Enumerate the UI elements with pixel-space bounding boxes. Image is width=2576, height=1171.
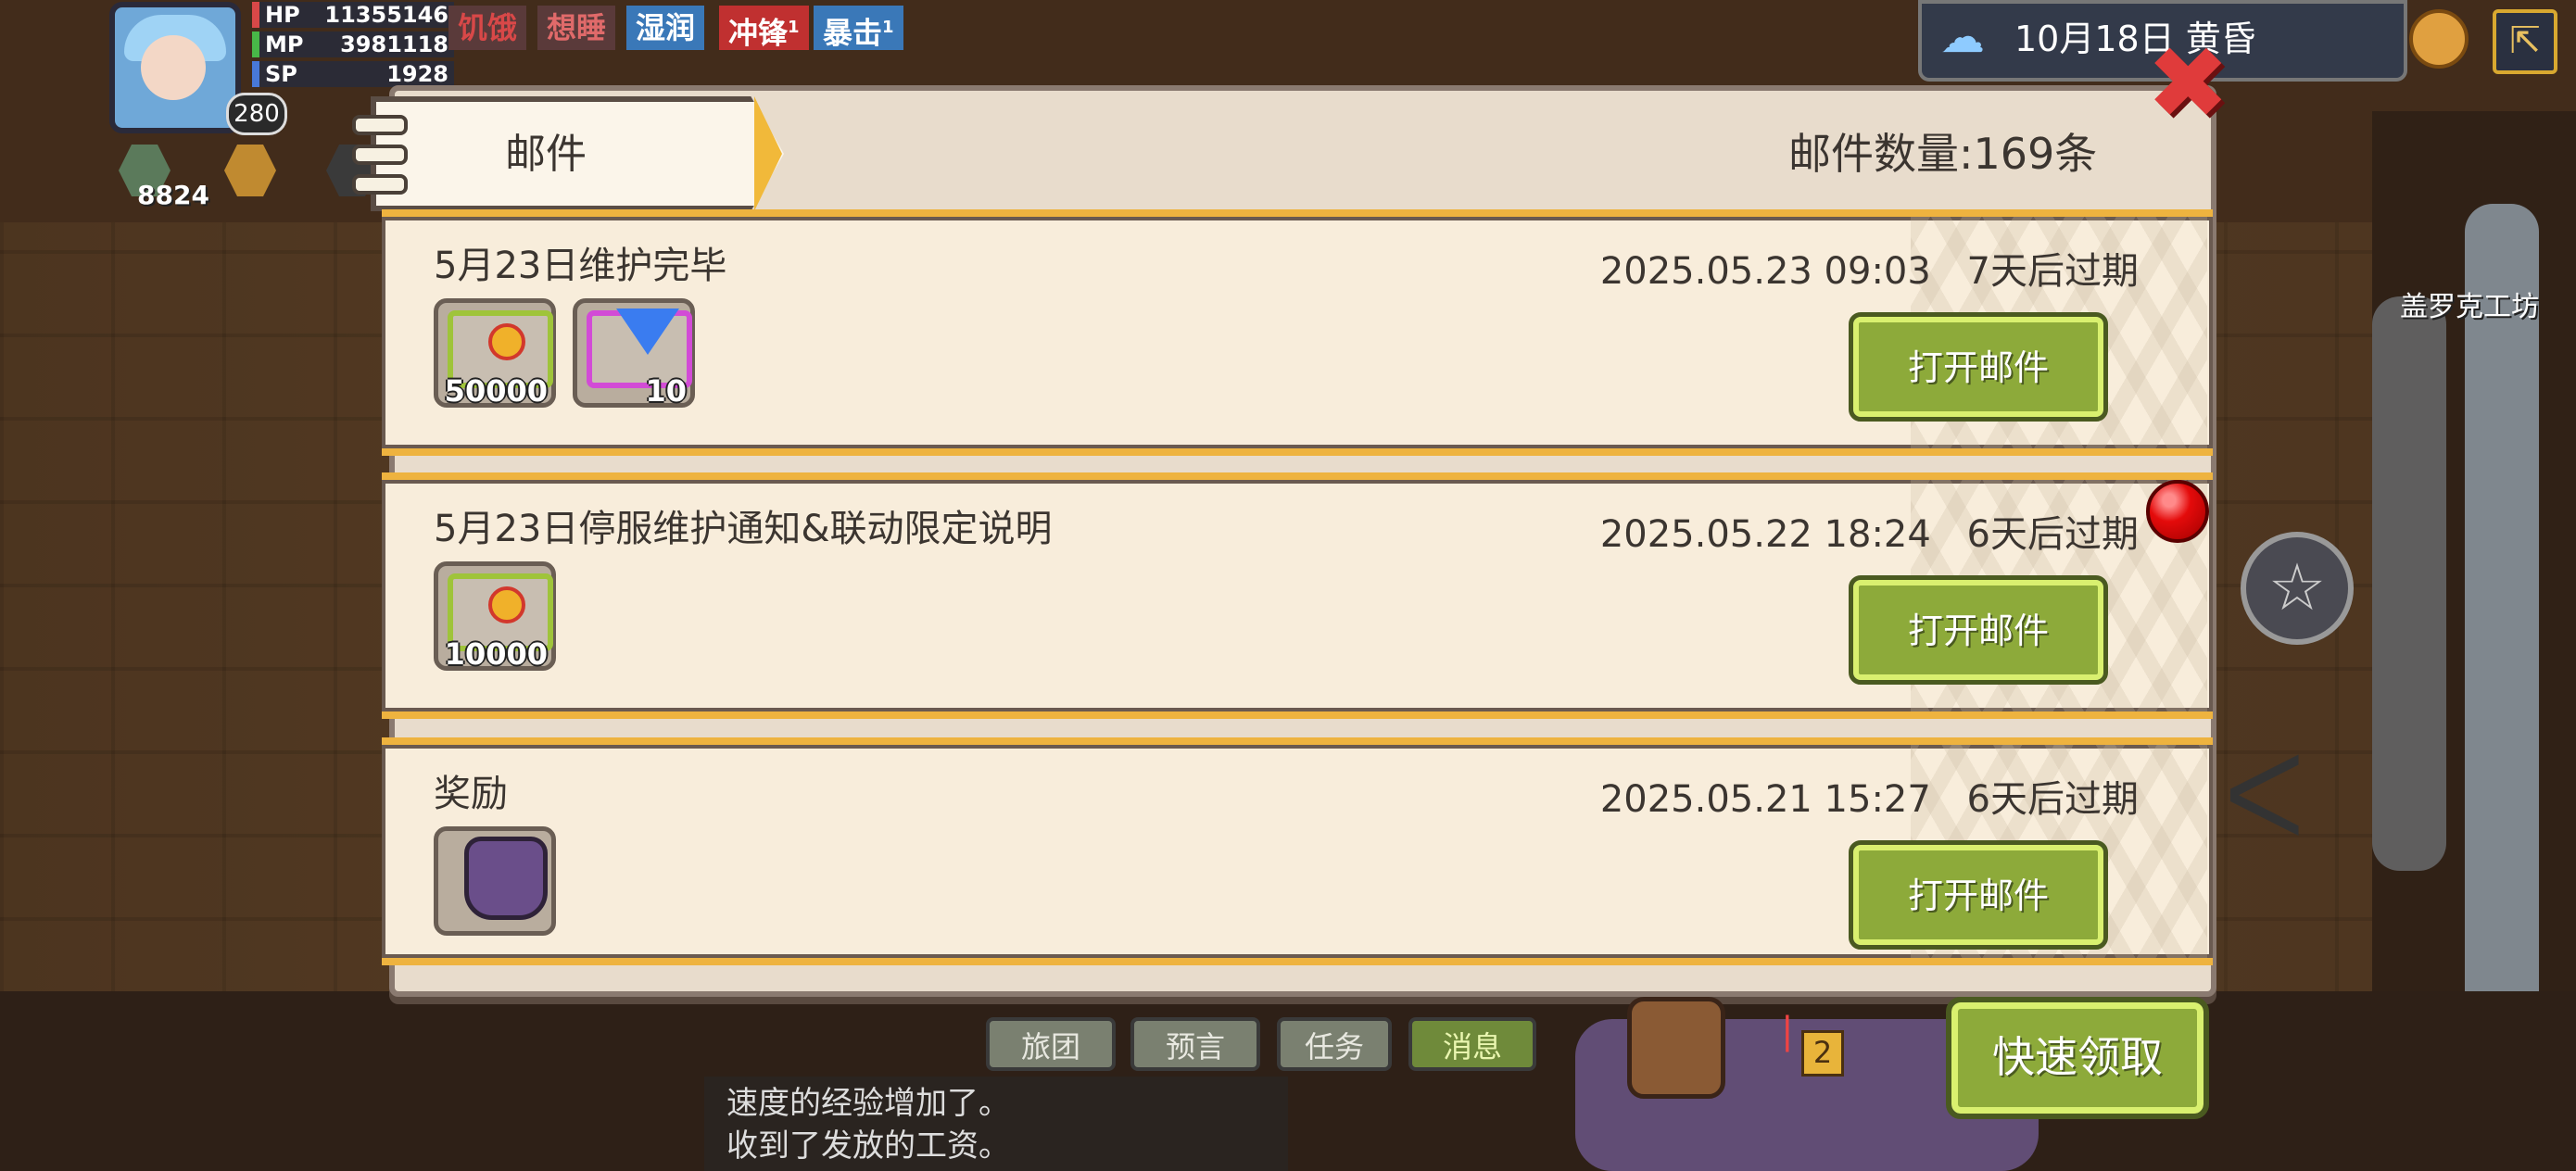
status-label: 暴击 [823,15,883,51]
mail-item-date: 2025.05.23 09:03 7天后过期 [1600,241,2139,295]
close-icon[interactable]: ✖ [2146,34,2230,134]
badge-value: 8824 [137,180,209,210]
chat-line: 速度的经验增加了。 [726,1085,1010,1122]
unread-dot-icon [2146,480,2209,543]
slot-frame [448,837,548,920]
blue-gem-icon [616,308,679,355]
avatar-face [141,35,206,100]
mail-expiry: 7天后过期 [1966,250,2139,293]
player-level: 280 [226,93,287,135]
status-label: 湿润 [636,10,696,45]
gold-coin-icon [488,323,525,360]
notification-count[interactable]: 2 [1801,1030,1844,1077]
mail-expiry: 6天后过期 [1966,778,2139,821]
player-avatar[interactable] [109,2,241,133]
status-label: 想睡 [547,10,607,45]
status-label: 饥饿 [458,10,518,45]
attachment-slot[interactable] [434,826,556,936]
bottom-tab[interactable]: 任务 [1277,1017,1392,1071]
status-effect[interactable]: 暴击1 [814,6,903,51]
chat-line: 收到了发放的工资。 [726,1127,1010,1165]
bow-icon[interactable]: ᐸ [2224,734,2335,863]
gold-coin-icon [488,586,525,623]
sp-bar: SP 1928 [252,61,454,87]
mail-date: 2025.05.23 09:03 [1599,250,1931,293]
status-stack: 1 [882,18,894,37]
location-label: 盖罗克工坊 [2400,291,2539,323]
star-icon[interactable]: ☆ [2241,532,2354,645]
bottom-tab[interactable]: 预言 [1130,1017,1260,1071]
mail-item: 5月23日维护完毕 2025.05.23 09:03 7天后过期打开邮件 50000… [382,209,2213,456]
mail-expiry: 6天后过期 [1966,513,2139,556]
status-stack: 1 [788,18,800,37]
quick-claim-button[interactable]: 快速领取 [1946,997,2209,1119]
bottom-tab[interactable]: 旅团 [986,1017,1116,1071]
status-effect[interactable]: 想睡 [537,6,616,50]
backpack-icon[interactable] [1627,997,1725,1099]
mail-count: 邮件数量:169条 [1788,129,2098,179]
open-mail-button[interactable]: 打开邮件 [1849,840,2108,950]
mail-date: 2025.05.22 18:24 [1599,513,1931,556]
mail-item-title: 5月23日停服维护通知&联动限定说明 [434,508,1053,550]
attachment-qty: 10000 [444,636,548,672]
attachment-qty: 10 [645,373,687,409]
binder-ring [352,174,408,195]
rain-cloud-icon: ☁ [1940,11,1985,63]
exit-icon[interactable]: ⇱ [2493,9,2557,74]
attachment-slot[interactable]: 10000 [434,561,556,672]
mp-bar: MP 3981118 [252,31,454,57]
mail-item-title: 5月23日维护完毕 [434,245,727,287]
attachment-qty: 50000 [444,373,548,409]
open-mail-button[interactable]: 打开邮件 [1849,312,2108,422]
binder-ring [352,145,408,165]
globe-icon[interactable] [2409,9,2469,69]
mail-title: 邮件 [505,131,587,178]
mail-item-date: 2025.05.21 15:27 6天后过期 [1600,769,2139,823]
status-label: 冲锋 [728,15,789,51]
hp-bar: HP 11355146 [252,2,454,28]
item-bag-icon [464,837,548,920]
attachment-slot[interactable]: 50000 [434,298,556,409]
chat-log: 速度的经验增加了。 收到了发放的工资。 [704,1077,1288,1171]
mail-date: 2025.05.21 15:27 [1599,778,1931,821]
mail-item: 奖励 2025.05.21 15:27 6天后过期打开邮件 [382,737,2213,965]
open-mail-button[interactable]: 打开邮件 [1849,575,2108,685]
binder-ring [352,115,408,135]
notification-flag-icon: ❘ [1772,1010,1803,1052]
bottom-tab[interactable]: 消息 [1408,1017,1536,1071]
status-effect[interactable]: 湿润 [626,6,705,50]
status-effect[interactable]: 饥饿 [448,6,527,50]
status-effect[interactable]: 冲锋1 [719,6,809,51]
attachment-slot[interactable]: 10 [573,298,695,409]
mail-item-title: 奖励 [434,773,508,815]
mail-item-date: 2025.05.22 18:24 6天后过期 [1600,504,2139,558]
mail-item: 5月23日停服维护通知&联动限定说明 2025.05.22 18:24 6天后过期… [382,472,2213,719]
